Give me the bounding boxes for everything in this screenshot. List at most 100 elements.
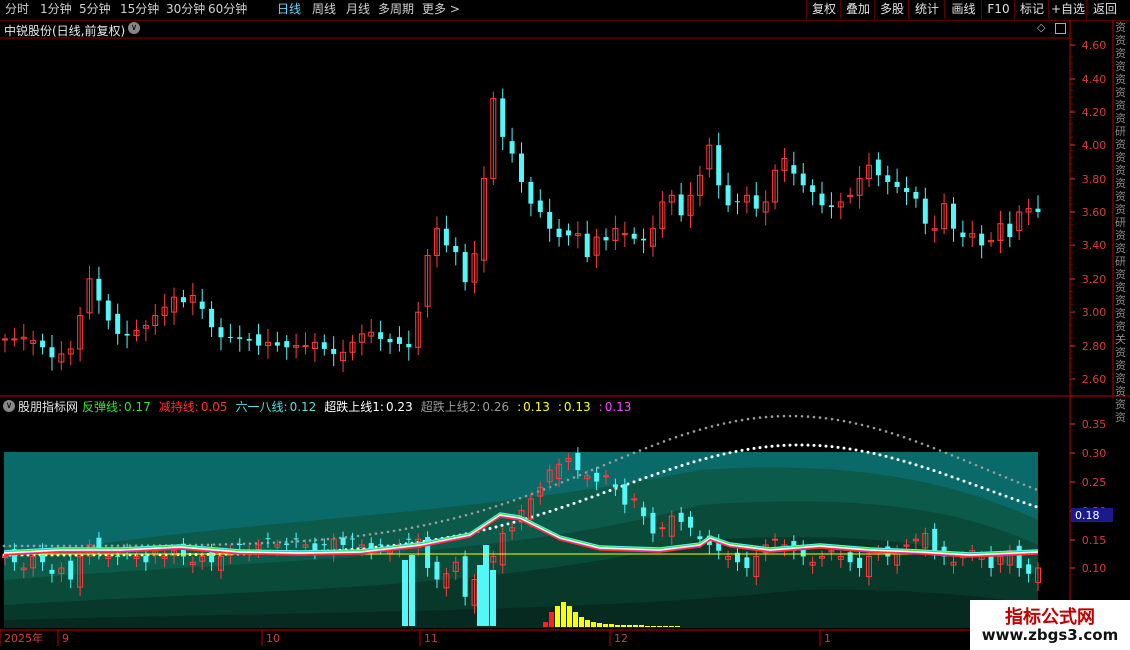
indicator-name[interactable]: 股朋指标网 (18, 398, 78, 415)
curve-dot (260, 541, 264, 545)
curve-dot (224, 543, 228, 546)
curve-dot (812, 415, 816, 419)
curve-dot (974, 463, 978, 467)
curve-dot (920, 465, 924, 469)
curve-dot (632, 480, 636, 484)
curve-dot (782, 414, 786, 418)
candle-body-down (105, 300, 111, 321)
curve-dot (992, 490, 996, 494)
candle-body-down (115, 313, 121, 334)
curve-dot (878, 453, 882, 457)
curve-dot (518, 496, 522, 500)
candle-body-down (810, 185, 816, 192)
strip-char: 研 (1115, 216, 1126, 229)
curve-dot (602, 491, 606, 495)
curve-dot (50, 544, 54, 548)
curve-dot (842, 419, 846, 423)
curve-dot (392, 529, 396, 533)
curve-dot (842, 446, 846, 450)
curve-dot (422, 524, 426, 527)
strip-char: 资 (1115, 60, 1126, 73)
y-tick-label: 3.00 (1082, 306, 1107, 319)
curve-dot (566, 503, 570, 507)
curve-dot (602, 463, 606, 467)
histogram-bar (585, 620, 590, 627)
curve-dot (446, 518, 450, 522)
curve-dot (398, 528, 402, 532)
candle-body-down (922, 198, 928, 224)
curve-dot (914, 440, 918, 443)
curve-dot (680, 433, 684, 437)
curve-dot (884, 430, 888, 433)
curve-dot (968, 481, 972, 485)
curve-dot (734, 449, 738, 453)
curve-dot (572, 501, 576, 505)
curve-dot (512, 498, 516, 502)
curve-dot (998, 473, 1002, 477)
histogram-bar (621, 625, 626, 627)
candle-body-down (528, 181, 534, 204)
candle-body-down (678, 194, 684, 216)
curve-dot (8, 544, 12, 548)
candle-body-down (950, 203, 956, 229)
candle-body-down (537, 200, 543, 212)
curve-dot (830, 445, 834, 449)
curve-dot (950, 454, 954, 457)
curve-dot (728, 420, 732, 424)
curve-dot (824, 444, 828, 448)
curve-dot (32, 544, 36, 548)
curve-dot (656, 442, 660, 445)
indicator-candle-up (2, 555, 8, 558)
curve-dot (794, 414, 798, 418)
histogram-bar (603, 624, 608, 627)
indicator-value: 0.13 (563, 400, 591, 414)
strip-char: 资 (1115, 281, 1126, 294)
curve-dot (746, 417, 750, 421)
curve-dot (326, 537, 330, 541)
curve-dot (740, 418, 744, 422)
candle-body-down (894, 181, 900, 187)
curve-dot (938, 471, 942, 475)
curve-dot (296, 540, 300, 543)
curve-dot (764, 445, 768, 449)
candle-body-down (565, 230, 571, 236)
candle-body-up (11, 338, 18, 341)
curve-dot (230, 542, 234, 546)
curve-dot (836, 418, 840, 422)
histogram-bar (573, 612, 578, 627)
curve-dot (638, 449, 642, 452)
curve-dot (680, 463, 684, 467)
curve-dot (56, 544, 60, 548)
curve-dot (710, 425, 714, 428)
candle-body-down (246, 338, 252, 341)
curve-dot (410, 526, 414, 529)
curve-dot (74, 544, 78, 548)
curve-dot (320, 538, 324, 541)
curve-dot (710, 455, 714, 459)
curve-dot (740, 448, 744, 452)
histogram-bar (675, 626, 680, 627)
curve-dot (548, 509, 552, 513)
curve-dot (44, 544, 48, 548)
strip-char: 资 (1115, 385, 1126, 398)
curve-dot (1028, 485, 1032, 489)
indicator-candle-down (697, 536, 703, 540)
curve-dot (554, 483, 558, 486)
curve-dot (608, 461, 612, 464)
date-label: 2025年 (4, 631, 43, 645)
chevron-down-icon[interactable]: ∨ (3, 400, 15, 412)
candle-body-down (180, 297, 186, 303)
curve-dot (872, 426, 876, 430)
curve-dot (2, 544, 6, 548)
indicator-big-bar (402, 560, 408, 626)
candle-body-down (321, 342, 327, 349)
indicator-candle-down (932, 528, 938, 551)
indicator-candle-down (49, 569, 55, 574)
curve-dot (1034, 488, 1038, 491)
curve-dot (758, 416, 762, 419)
curve-dot (662, 440, 666, 443)
curve-dot (716, 453, 720, 457)
curve-dot (722, 422, 726, 425)
candle-body-down (584, 233, 590, 258)
candle-body-down (453, 245, 459, 253)
